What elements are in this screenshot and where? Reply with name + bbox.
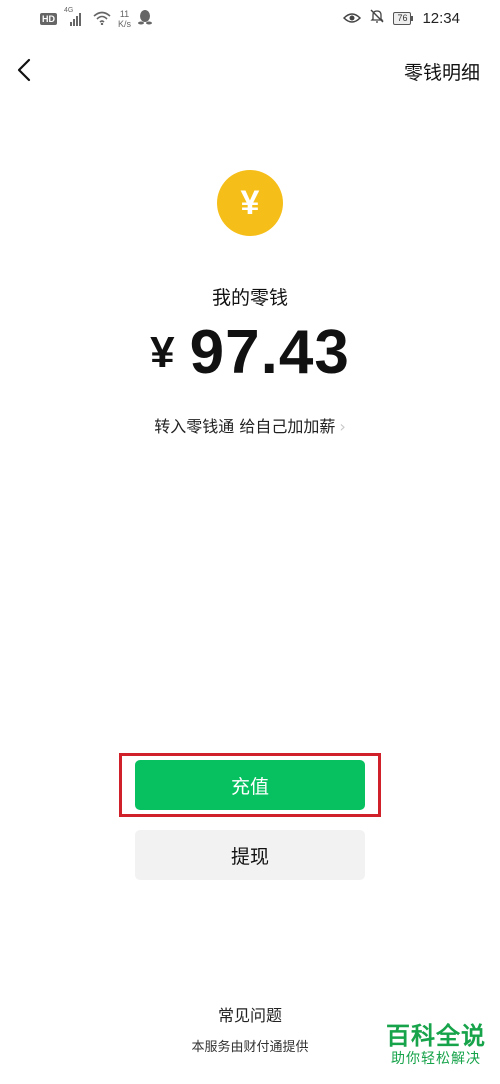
mute-bell-icon [369,8,385,28]
coin-icon: ¥ [217,170,283,236]
speed-value: 11 [119,9,130,19]
lingqiantong-promo-link[interactable]: 转入零钱通 给自己加加薪 › [0,413,500,437]
hd-badge: HD [40,13,57,25]
withdraw-button[interactable]: 提现 [135,830,365,880]
promo-text: 转入零钱通 给自己加加薪 [154,417,336,436]
status-time: 12:34 [422,9,460,27]
chevron-right-icon: › [339,417,346,436]
watermark-logo: 百科全说 助你轻松解决 [386,1022,486,1068]
eye-icon [343,9,362,28]
balance-amount: ¥97.43 [0,318,500,388]
status-bar-left: HD 4G 11 K/s [40,7,153,29]
recharge-button[interactable]: 充值 [135,760,365,810]
back-button[interactable] [12,56,40,84]
balance-label: 我的零钱 [211,287,288,309]
balance-detail-link[interactable]: 零钱明细 [404,58,480,85]
back-arrow-icon [17,58,31,82]
status-bar-right: 76 12:34 [343,8,460,28]
amount-value: 97.43 [189,318,350,387]
network-type: 4G [64,7,74,14]
watermark-subtitle: 助你轻松解决 [391,1051,481,1067]
coin-symbol: ¥ [240,184,260,222]
network-speed: 11 K/s [118,9,131,29]
qq-icon [138,9,153,29]
cellular-signal-icon: 4G [64,7,86,26]
status-bar: HD 4G 11 K/s 76 12:34 [0,0,500,40]
watermark-title: 百科全说 [386,1022,486,1050]
currency-symbol: ¥ [150,328,176,377]
battery-icon: 76 [393,11,414,25]
speed-unit: K/s [118,19,132,29]
wifi-icon [93,10,111,29]
